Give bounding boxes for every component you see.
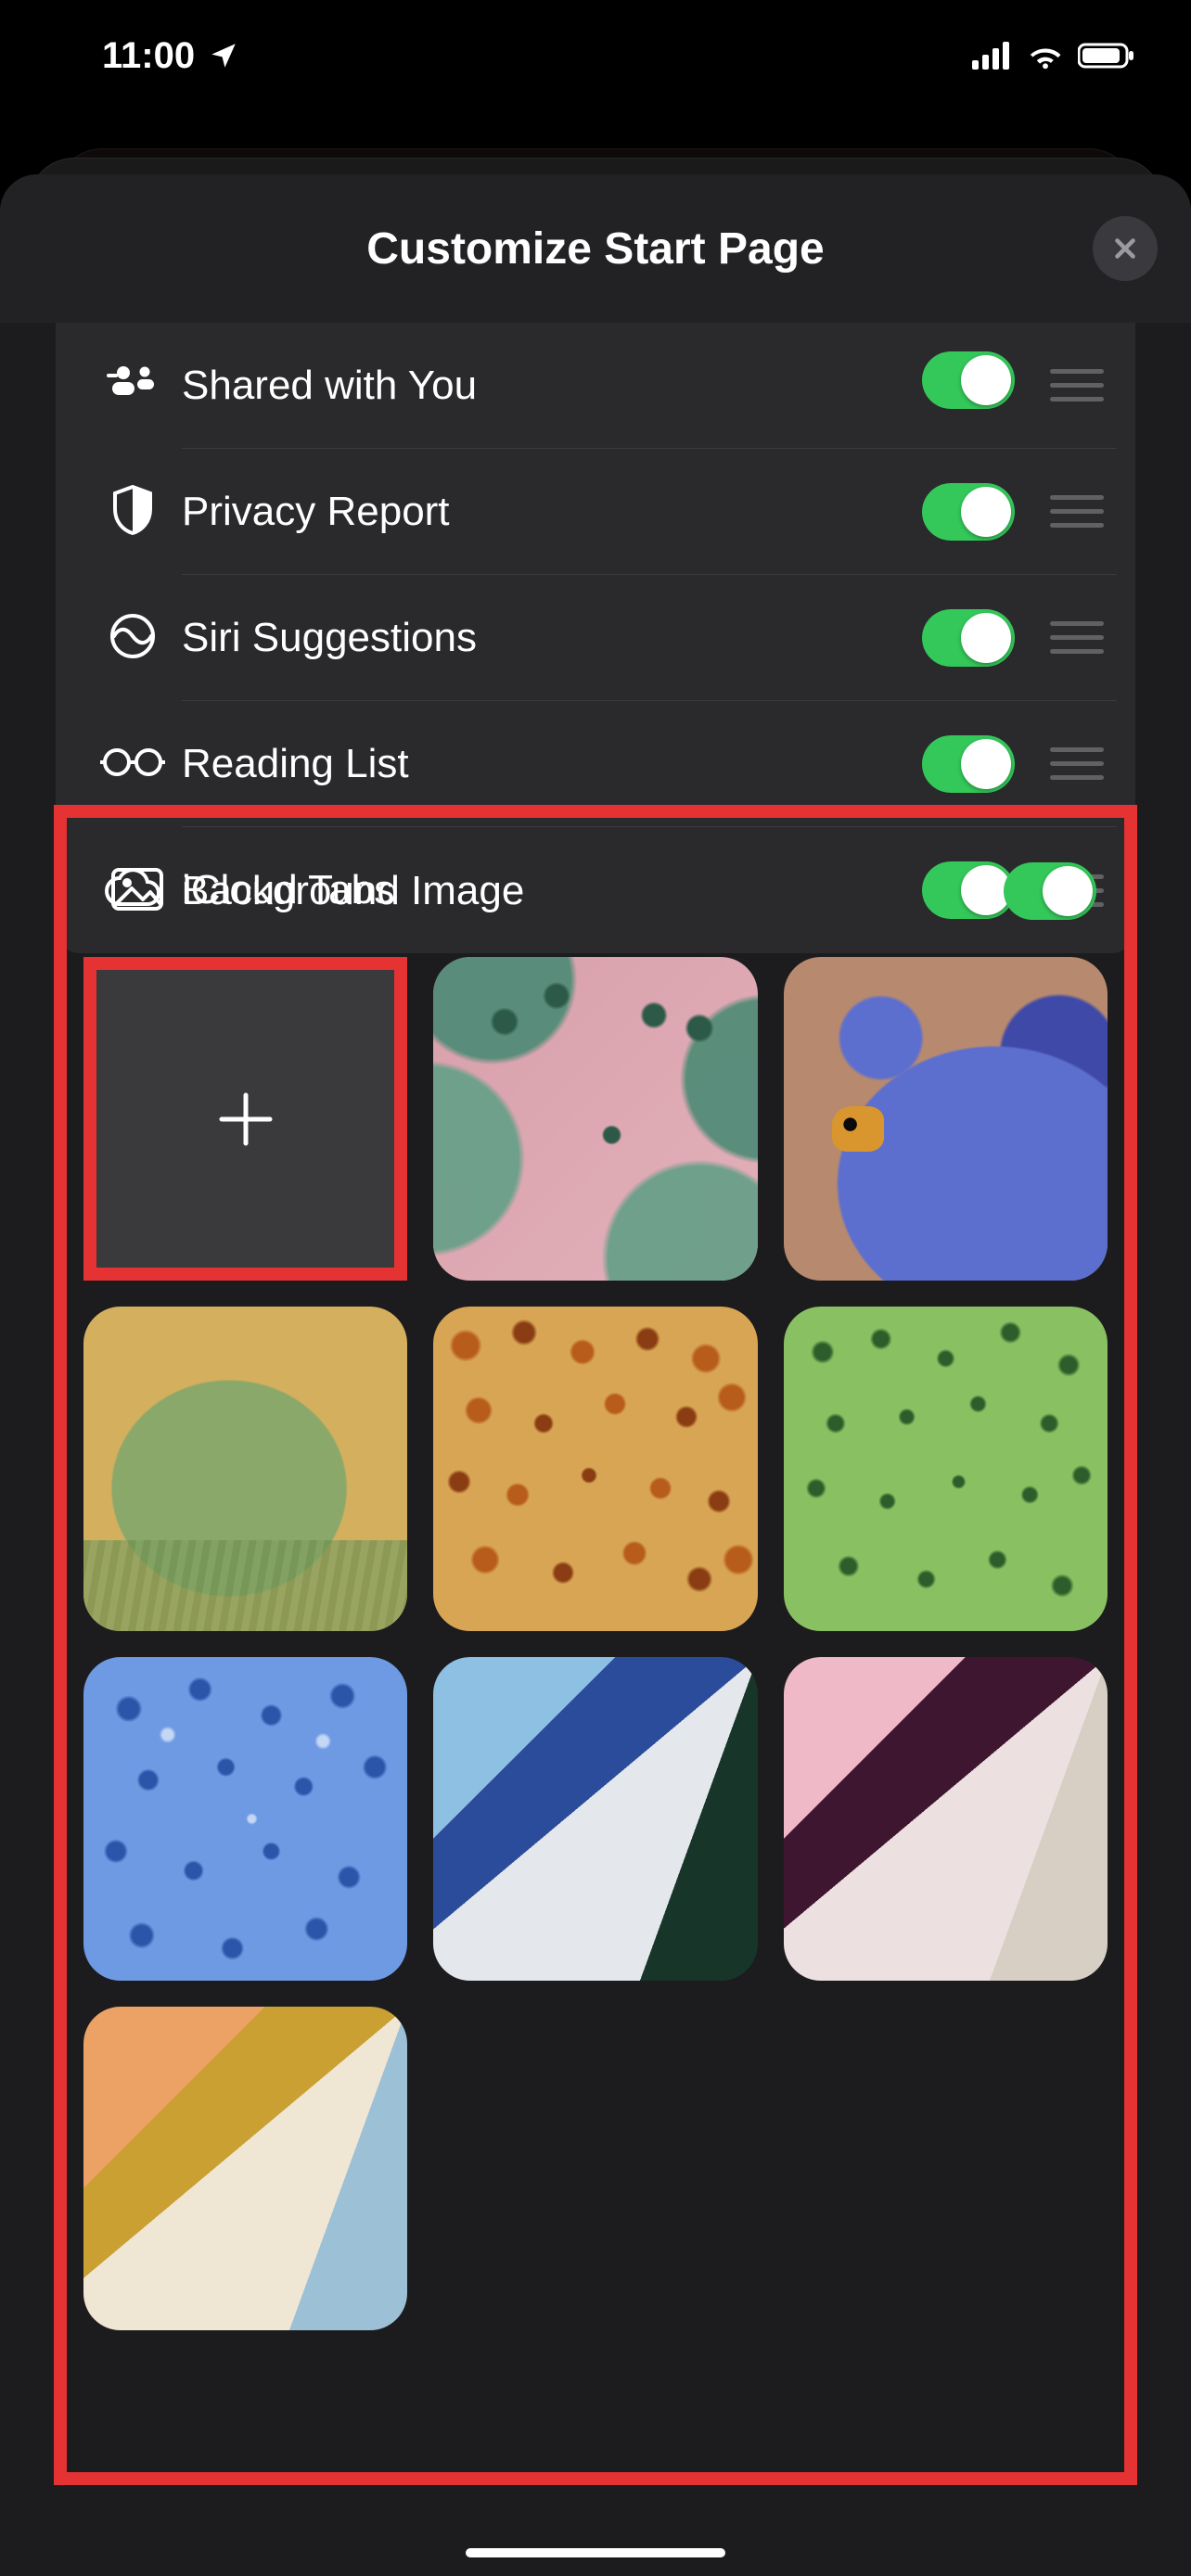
- toggle-reading-list[interactable]: [922, 735, 1015, 793]
- siri-icon: [109, 612, 157, 665]
- sheet-title: Customize Start Page: [366, 223, 824, 274]
- background-image-header: Background Image: [76, 831, 1115, 951]
- background-tile-green[interactable]: [784, 1307, 1108, 1630]
- customize-sheet: Customize Start Page Shared with You: [0, 174, 1191, 2576]
- home-indicator: [466, 2548, 725, 2557]
- background-tile-tri-pink[interactable]: [784, 1657, 1108, 1981]
- row-label: Shared with You: [182, 363, 477, 409]
- background-image-section: Background Image: [67, 818, 1124, 2354]
- toggle-shared-with-you[interactable]: [922, 351, 1015, 409]
- reorder-handle[interactable]: [1046, 621, 1108, 654]
- background-tile-bluedots[interactable]: [83, 1657, 407, 1981]
- status-bar: 11:00: [0, 0, 1191, 111]
- row-privacy-report[interactable]: Privacy Report: [56, 449, 1135, 575]
- close-icon: [1109, 233, 1141, 264]
- people-icon: [107, 363, 159, 409]
- image-icon: [111, 868, 163, 915]
- background-image-label: Background Image: [182, 868, 524, 914]
- background-tile-tri-orange[interactable]: [83, 2007, 407, 2330]
- row-label: Reading List: [182, 741, 409, 787]
- background-tile-tri-blue[interactable]: [433, 1657, 757, 1981]
- reorder-handle[interactable]: [1046, 495, 1108, 528]
- wifi-icon: [1026, 42, 1065, 70]
- plus-icon: [212, 1086, 279, 1153]
- row-label: Privacy Report: [182, 489, 450, 535]
- add-background-button[interactable]: [96, 970, 394, 1268]
- highlight-add-tile: [83, 957, 407, 1281]
- glasses-icon: [100, 746, 165, 783]
- background-tile-butterfly[interactable]: [433, 957, 757, 1281]
- battery-icon: [1078, 42, 1135, 70]
- toggle-background-image[interactable]: [1004, 862, 1096, 920]
- background-grid: [76, 951, 1115, 2341]
- row-shared-with-you[interactable]: Shared with You: [56, 323, 1135, 449]
- row-label: Siri Suggestions: [182, 615, 477, 661]
- location-arrow-icon: [208, 40, 239, 71]
- status-time: 11:00: [102, 35, 195, 77]
- reorder-handle[interactable]: [1046, 369, 1108, 402]
- background-tile-confetti[interactable]: [433, 1307, 757, 1630]
- shield-icon: [111, 485, 154, 540]
- reorder-handle[interactable]: [1046, 747, 1108, 780]
- cellular-signal-icon: [972, 42, 1013, 70]
- background-tile-parrot[interactable]: [83, 1307, 407, 1630]
- row-siri-suggestions[interactable]: Siri Suggestions: [56, 575, 1135, 701]
- background-tile-bear[interactable]: [784, 957, 1108, 1281]
- close-button[interactable]: [1093, 216, 1158, 281]
- toggle-siri-suggestions[interactable]: [922, 609, 1015, 667]
- sheet-header: Customize Start Page: [0, 174, 1191, 323]
- highlight-background-section: Background Image: [54, 805, 1137, 2485]
- toggle-privacy-report[interactable]: [922, 483, 1015, 541]
